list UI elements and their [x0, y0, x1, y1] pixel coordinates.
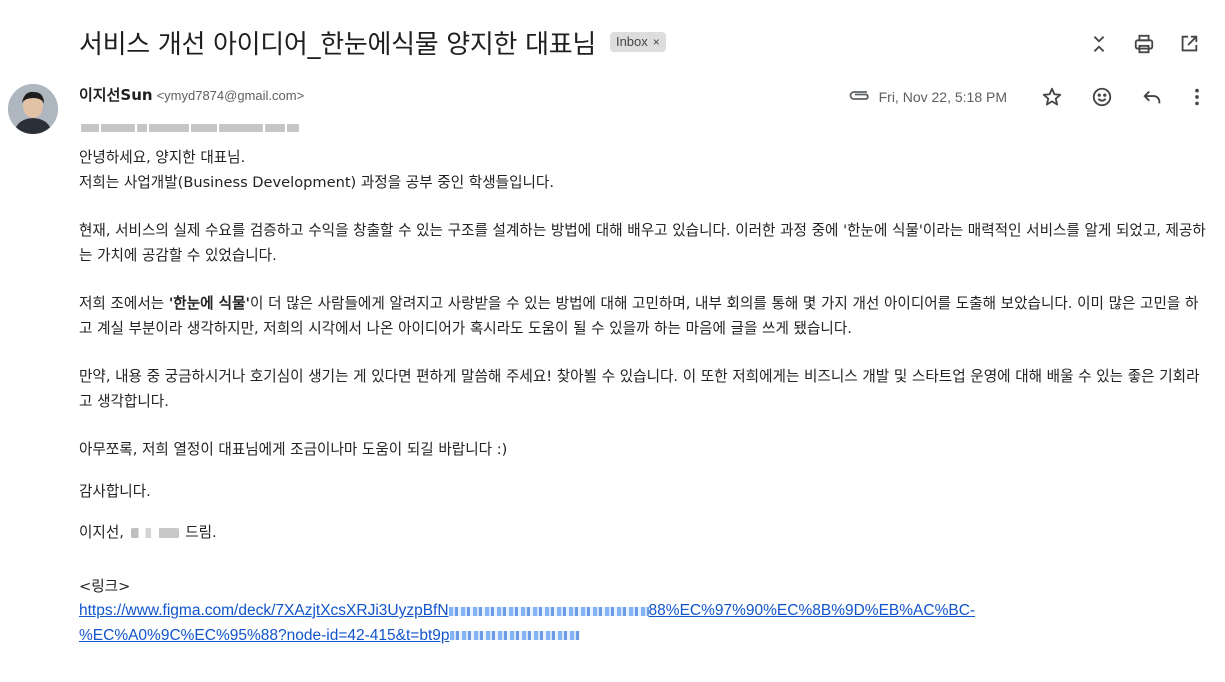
sender-name[interactable]: 이지선Sun	[79, 84, 153, 105]
reply-icon[interactable]	[1127, 82, 1177, 112]
service-name-bold: '한눈에 식물'	[168, 295, 250, 312]
figma-link-redacted-2[interactable]	[449, 631, 580, 640]
print-icon[interactable]	[1121, 28, 1166, 60]
star-icon[interactable]	[1027, 82, 1077, 112]
signature-name: 이지선,	[79, 524, 129, 541]
idea-text-start: 저희 조에서는	[79, 295, 169, 312]
sender-avatar[interactable]	[8, 84, 58, 134]
figma-link-part-3[interactable]: %EC%A0%9C%EC%95%88?node-id=42-415&t=bt9p	[79, 627, 450, 644]
signature-line: 이지선, 드림.	[79, 521, 1209, 546]
figma-link-part-2[interactable]: 88%EC%97%90%EC%8B%9D%EB%AC%BC-	[649, 602, 976, 619]
figma-link[interactable]: https://www.figma.com/deck/7XAzjtXcsXRJi…	[79, 599, 1209, 648]
more-options-icon[interactable]	[1177, 82, 1217, 112]
recipient-line-redacted[interactable]	[81, 117, 306, 132]
closing-paragraph: 아무쪼록, 저희 열정이 대표님에게 조금이나마 도움이 되길 바랍니다 :)	[79, 441, 508, 458]
thanks-line: 감사합니다.	[79, 482, 151, 500]
inbox-label-chip[interactable]: Inbox ×	[609, 32, 666, 52]
subject-row: 서비스 개선 아이디어_한눈에식물 양지한 대표님 Inbox ×	[79, 22, 666, 62]
idea-paragraph: 저희 조에서는 '한눈에 식물'이 더 많은 사람들에게 알려지고 사랑받을 수…	[79, 292, 1209, 341]
offer-paragraph: 만약, 내용 중 궁금하시거나 호기심이 생기는 게 있다면 편하게 말씀해 주…	[79, 368, 1200, 410]
figma-link-part-1[interactable]: https://www.figma.com/deck/7XAzjtXcsXRJi…	[79, 602, 449, 619]
sender-info: 이지선Sun <ymyd7874@gmail.com>	[79, 84, 304, 108]
message-meta: Fri, Nov 22, 5:18 PM	[847, 82, 1217, 112]
signature-redacted	[130, 528, 179, 538]
link-label: <링크>	[79, 577, 131, 595]
email-body: 안녕하세요, 양지한 대표님. 저희는 사업개발(Business Develo…	[79, 146, 1209, 648]
context-paragraph: 현재, 서비스의 실제 수요를 검증하고 수익을 창출할 수 있는 구조를 설계…	[79, 222, 1206, 264]
thread-actions	[1076, 28, 1211, 60]
inbox-label-text: Inbox	[615, 34, 648, 49]
open-new-window-icon[interactable]	[1166, 28, 1211, 60]
remove-label-icon[interactable]: ×	[653, 35, 660, 49]
message-date: Fri, Nov 22, 5:18 PM	[878, 89, 1007, 105]
sender-email: <ymyd7874@gmail.com>	[156, 88, 305, 103]
emoji-reaction-icon[interactable]	[1077, 82, 1127, 112]
collapse-icon[interactable]	[1076, 28, 1121, 60]
attachment-icon	[847, 87, 871, 107]
greeting-paragraph: 안녕하세요, 양지한 대표님. 저희는 사업개발(Business Develo…	[79, 149, 554, 191]
figma-link-redacted-1[interactable]	[448, 606, 649, 616]
email-subject: 서비스 개선 아이디어_한눈에식물 양지한 대표님	[79, 29, 596, 60]
signature-suffix: 드림.	[180, 524, 217, 541]
